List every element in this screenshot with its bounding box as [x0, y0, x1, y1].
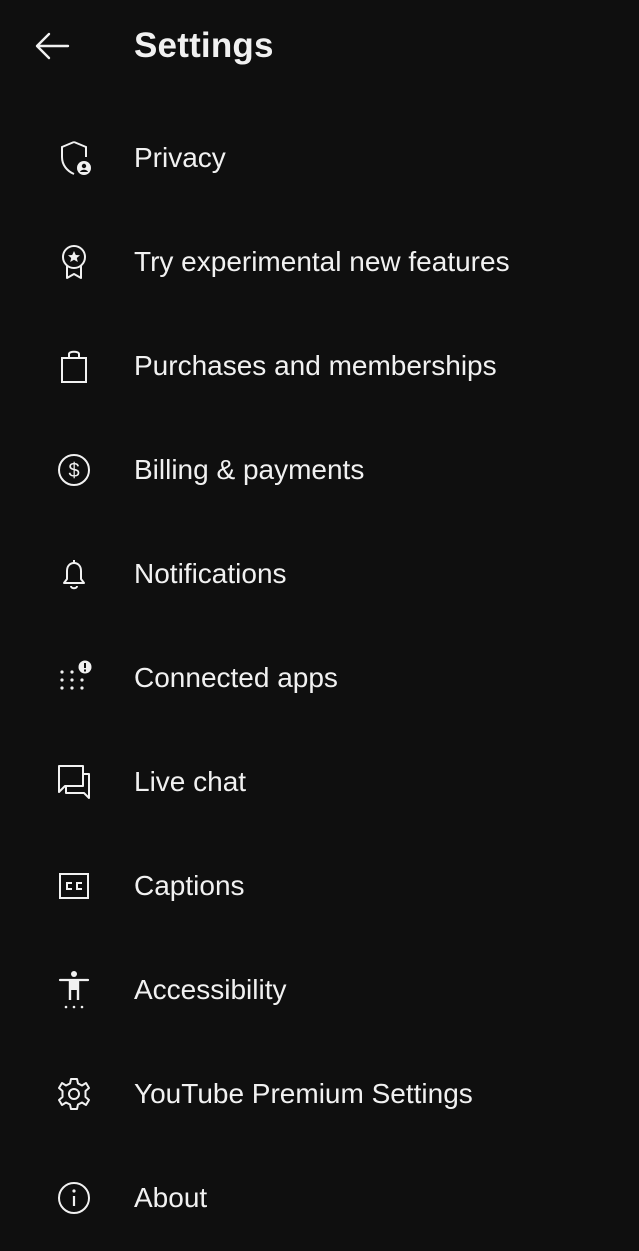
- menu-item-label: Notifications: [134, 558, 287, 589]
- closed-captions-icon: [50, 866, 98, 906]
- menu-item-connected-apps[interactable]: Connected apps: [0, 626, 639, 730]
- menu-item-captions[interactable]: Captions: [0, 834, 639, 938]
- bell-icon: [50, 554, 98, 594]
- shopping-bag-icon: [50, 346, 98, 386]
- menu-item-billing[interactable]: $ Billing & payments: [0, 418, 639, 522]
- menu-item-label: Live chat: [134, 766, 247, 797]
- menu-item-accessibility[interactable]: Accessibility: [0, 938, 639, 1042]
- svg-text:$: $: [68, 460, 79, 482]
- menu-item-label: Accessibility: [134, 974, 287, 1005]
- settings-menu: Privacy Try experimental new features Pu…: [0, 106, 639, 1250]
- shield-person-icon: [50, 138, 98, 178]
- menu-item-about[interactable]: About: [0, 1146, 639, 1250]
- award-badge-icon: [50, 242, 98, 282]
- menu-item-live-chat[interactable]: Live chat: [0, 730, 639, 834]
- menu-item-label: Captions: [134, 870, 245, 901]
- gear-icon: [50, 1074, 98, 1114]
- menu-item-label: Billing & payments: [134, 454, 365, 485]
- menu-item-label: Try experimental new features: [134, 246, 510, 277]
- arrow-left-icon: [34, 31, 70, 61]
- top-app-bar: Settings: [0, 0, 639, 92]
- back-button[interactable]: [22, 16, 82, 76]
- dots-grid-alert-icon: [50, 658, 98, 698]
- menu-item-label: Purchases and memberships: [134, 350, 497, 381]
- accessibility-person-icon: [50, 970, 98, 1010]
- info-circle-icon: [50, 1178, 98, 1218]
- chat-bubbles-icon: [50, 762, 98, 802]
- dollar-circle-icon: $: [50, 450, 98, 490]
- menu-item-experimental[interactable]: Try experimental new features: [0, 210, 639, 314]
- menu-item-purchases[interactable]: Purchases and memberships: [0, 314, 639, 418]
- menu-item-premium-settings[interactable]: YouTube Premium Settings: [0, 1042, 639, 1146]
- menu-item-notifications[interactable]: Notifications: [0, 522, 639, 626]
- menu-item-label: Connected apps: [134, 662, 338, 693]
- menu-item-label: YouTube Premium Settings: [134, 1078, 473, 1109]
- menu-item-label: About: [134, 1182, 208, 1213]
- menu-item-label: Privacy: [134, 142, 226, 173]
- menu-item-privacy[interactable]: Privacy: [0, 106, 639, 210]
- page-title: Settings: [134, 26, 274, 65]
